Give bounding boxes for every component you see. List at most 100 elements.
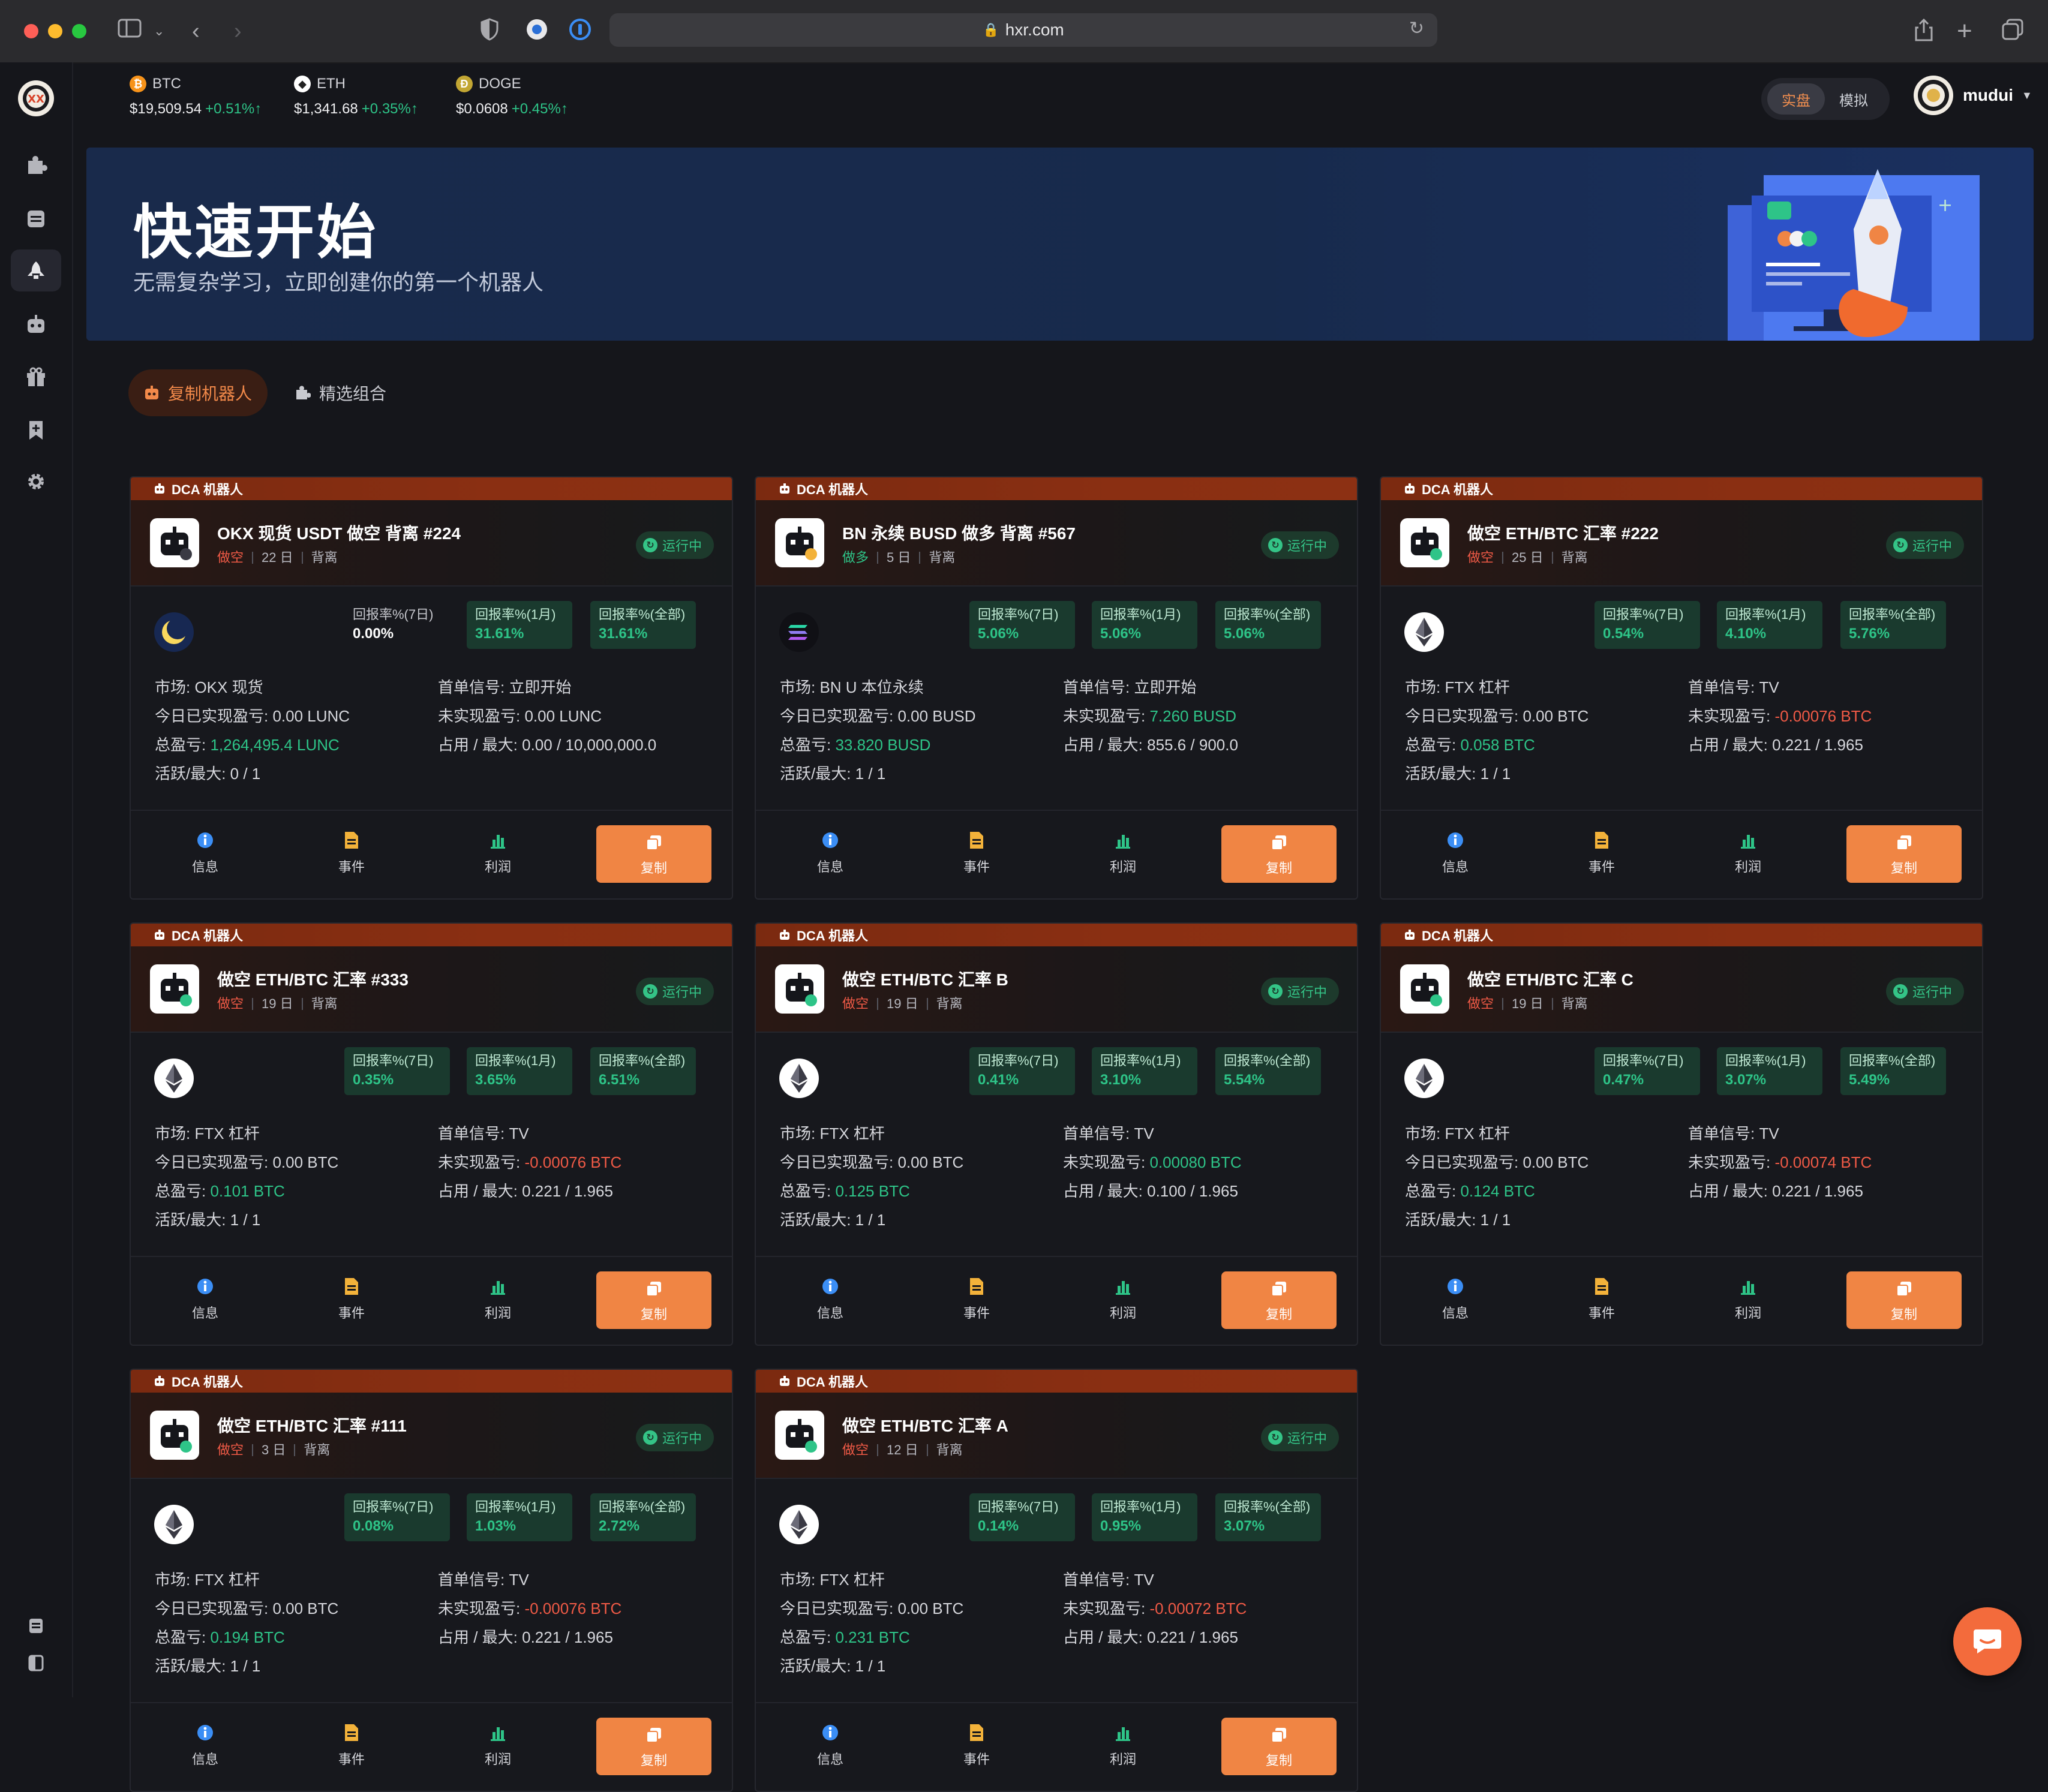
app-logo[interactable]: XX — [18, 80, 54, 116]
forward-arrow-icon[interactable]: › — [234, 18, 242, 44]
detail-value: 0.00 LUNC — [524, 707, 602, 725]
bot-name[interactable]: 做空 ETH/BTC 汇率 B — [842, 967, 1008, 991]
bot-card[interactable]: DCA 机器人 做空 ETH/BTC 汇率 A 做空 12 日 背离 ↻ 运行中 回报率%(7… — [755, 1369, 1358, 1792]
status-badge: ↻ 运行中 — [1885, 531, 1964, 559]
copy-bot-button[interactable]: 复制 — [596, 1271, 711, 1329]
user-menu[interactable]: mudui ▼ — [1914, 76, 2032, 115]
events-button[interactable]: 事件 — [310, 1722, 394, 1768]
copy-bot-button[interactable]: 复制 — [1846, 825, 1962, 883]
reload-icon[interactable]: ↻ — [1409, 18, 1424, 39]
bot-name[interactable]: OKX 现货 USDT 做空 背离 #224 — [217, 521, 461, 545]
password-manager-icon[interactable] — [569, 18, 591, 47]
detail-label: 市场: — [155, 678, 195, 696]
used-max-detail: 占用 / 最大: 0.221 / 1.965 — [1688, 1179, 1863, 1201]
shield-icon[interactable] — [480, 18, 499, 47]
used-max-detail: 占用 / 最大: 0.221 / 1.965 — [1063, 1625, 1238, 1647]
bot-name[interactable]: 做空 ETH/BTC 汇率 C — [1467, 967, 1633, 991]
sidebar-item-gifts[interactable] — [11, 356, 61, 398]
tab-curated[interactable]: 精选组合 — [278, 369, 402, 416]
detail-value: TV — [509, 1571, 529, 1589]
copy-bot-button[interactable]: 复制 — [596, 825, 711, 883]
profit-button[interactable]: 利润 — [1706, 830, 1790, 876]
sidebar-item-bots[interactable] — [11, 303, 61, 345]
new-tab-plus-icon[interactable]: + — [1957, 18, 1972, 44]
address-bar[interactable]: 🔒 hxr.com ↻ — [609, 13, 1437, 47]
bot-card[interactable]: DCA 机器人 做空 ETH/BTC 汇率 #333 做空 19 日 背离 ↻ 运行中 回报率… — [130, 922, 733, 1346]
tab-copy-bots[interactable]: 复制机器人 — [128, 369, 268, 416]
bot-name[interactable]: 做空 ETH/BTC 汇率 #222 — [1467, 521, 1659, 545]
action-label: 利润 — [484, 1306, 511, 1321]
sidebar-item-bookmarks[interactable] — [11, 409, 61, 451]
bot-name[interactable]: BN 永续 BUSD 做多 背离 #567 — [842, 521, 1076, 545]
info-button[interactable]: 信息 — [163, 1722, 247, 1768]
bot-card[interactable]: DCA 机器人 做空 ETH/BTC 汇率 B 做空 19 日 背离 ↻ 运行中 回报率%(7… — [755, 922, 1358, 1346]
sidebar-item-list[interactable] — [11, 198, 61, 240]
info-button[interactable]: 信息 — [788, 1276, 872, 1322]
bot-card[interactable]: DCA 机器人 BN 永续 BUSD 做多 背离 #567 做多 5 日 背离 ↻ 运行中回… — [755, 476, 1358, 900]
events-button[interactable]: 事件 — [935, 1276, 1019, 1322]
info-button[interactable]: 信息 — [788, 1722, 872, 1768]
back-arrow-icon[interactable]: ‹ — [192, 18, 200, 44]
info-button[interactable]: 信息 — [788, 830, 872, 876]
action-label: 信息 — [191, 1306, 218, 1321]
copy-bot-button[interactable]: 复制 — [1221, 825, 1337, 883]
action-label: 复制 — [1265, 861, 1292, 876]
copy-bot-button[interactable]: 复制 — [1846, 1271, 1962, 1329]
copy-bot-button[interactable]: 复制 — [1221, 1718, 1337, 1775]
support-chat-button[interactable] — [1953, 1607, 2022, 1676]
chevron-down-icon[interactable]: ⌄ — [154, 18, 164, 44]
extension-icon[interactable] — [525, 18, 548, 47]
sidebar-toggle-icon[interactable] — [118, 18, 142, 44]
zoom-window-button[interactable] — [72, 24, 86, 38]
action-label: 复制 — [640, 861, 667, 876]
profit-button[interactable]: 利润 — [1081, 1722, 1165, 1768]
bot-card[interactable]: DCA 机器人 做空 ETH/BTC 汇率 C 做空 19 日 背离 ↻ 运行中 回报率%(7… — [1380, 922, 1983, 1346]
sidebar-item-settings[interactable] — [11, 461, 61, 503]
bot-name[interactable]: 做空 ETH/BTC 汇率 A — [842, 1413, 1008, 1437]
profit-button[interactable]: 利润 — [456, 830, 540, 876]
sidebar-item-collapse[interactable] — [11, 1642, 61, 1684]
ticker-eth[interactable]: ◆ ETH $1,341.68 +0.35%↑ — [294, 76, 418, 118]
bot-name[interactable]: 做空 ETH/BTC 汇率 #333 — [217, 967, 409, 991]
sidebar-item-docs[interactable] — [11, 1605, 61, 1647]
info-button[interactable]: 信息 — [1413, 830, 1497, 876]
bot-card[interactable]: DCA 机器人 做空 ETH/BTC 汇率 #111 做空 3 日 背离 ↻ 运行中 回报率%… — [130, 1369, 733, 1792]
profit-button[interactable]: 利润 — [1081, 830, 1165, 876]
info-button[interactable]: 信息 — [1413, 1276, 1497, 1322]
sidebar-item-plugins[interactable] — [11, 144, 61, 186]
sidebar-item-quickstart[interactable] — [11, 249, 61, 291]
detail-label: 市场: — [780, 1571, 820, 1589]
share-icon[interactable] — [1914, 18, 1934, 48]
close-window-button[interactable] — [24, 24, 38, 38]
stat-value: 3.10% — [1100, 1072, 1142, 1088]
bot-card[interactable]: DCA 机器人 OKX 现货 USDT 做空 背离 #224 做空 22 日 背离 ↻ 运行… — [130, 476, 733, 900]
gift-icon — [27, 367, 45, 386]
info-button[interactable]: 信息 — [163, 830, 247, 876]
bot-avatar-icon — [150, 1411, 199, 1460]
profit-button[interactable]: 利润 — [1081, 1276, 1165, 1322]
events-button[interactable]: 事件 — [310, 1276, 394, 1322]
events-button[interactable]: 事件 — [1560, 1276, 1644, 1322]
copy-bot-button[interactable]: 复制 — [1221, 1271, 1337, 1329]
events-button[interactable]: 事件 — [935, 1722, 1019, 1768]
minimize-window-button[interactable] — [48, 24, 62, 38]
document-icon — [935, 830, 1019, 850]
stat-value: 0.47% — [1603, 1072, 1644, 1088]
mode-live-button[interactable]: 实盘 — [1767, 83, 1825, 115]
ticker-doge[interactable]: Ð DOGE $0.0608 +0.45%↑ — [456, 76, 568, 118]
info-button[interactable]: 信息 — [163, 1276, 247, 1322]
mode-sim-button[interactable]: 模拟 — [1825, 83, 1882, 115]
tab-overview-icon[interactable] — [2001, 18, 2024, 47]
events-button[interactable]: 事件 — [935, 830, 1019, 876]
status-text: 运行中 — [662, 985, 702, 1000]
profit-button[interactable]: 利润 — [456, 1276, 540, 1322]
status-text: 运行中 — [662, 539, 702, 554]
ticker-btc[interactable]: ₿ BTC $19,509.54 +0.51%↑ — [130, 76, 262, 118]
events-button[interactable]: 事件 — [1560, 830, 1644, 876]
bot-name[interactable]: 做空 ETH/BTC 汇率 #111 — [217, 1413, 407, 1437]
profit-button[interactable]: 利润 — [1706, 1276, 1790, 1322]
copy-bot-button[interactable]: 复制 — [596, 1718, 711, 1775]
bot-card[interactable]: DCA 机器人 做空 ETH/BTC 汇率 #222 做空 25 日 背离 ↻ 运行中 回报率… — [1380, 476, 1983, 900]
profit-button[interactable]: 利润 — [456, 1722, 540, 1768]
events-button[interactable]: 事件 — [310, 830, 394, 876]
